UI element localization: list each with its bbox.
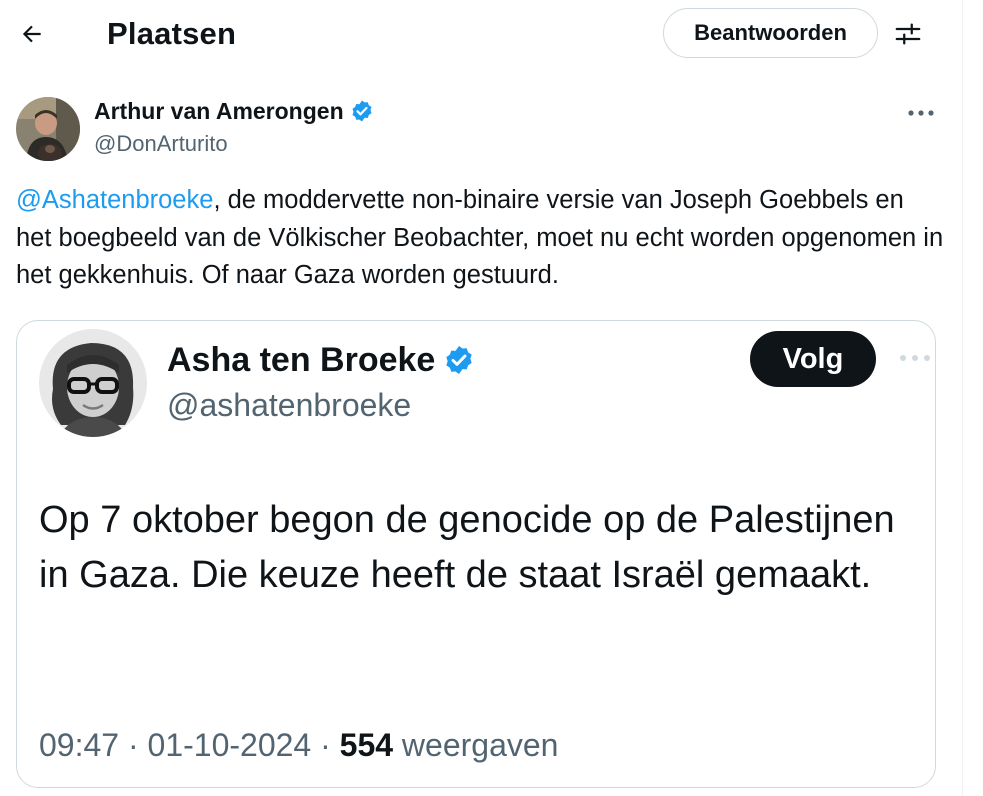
more-horizontal-icon xyxy=(900,355,930,361)
quote-more-button[interactable] xyxy=(895,343,935,373)
column-divider xyxy=(962,0,963,796)
quote-metadata: 09:47 · 01-10-2024 · 554 weergaven xyxy=(39,724,558,766)
quote-author-handle[interactable]: @ashatenbroeke xyxy=(167,384,411,426)
views-count: 554 xyxy=(339,727,394,763)
quote-date[interactable]: 01-10-2024 xyxy=(148,727,312,763)
sliders-icon xyxy=(895,23,921,45)
author-name-text: Arthur van Amerongen xyxy=(94,98,344,124)
quote-author-photo xyxy=(39,329,147,437)
page-title: Plaatsen xyxy=(107,16,237,51)
avatar[interactable] xyxy=(16,97,80,161)
quote-author-name[interactable]: Asha ten Broeke xyxy=(167,339,475,381)
tweet-text: @Ashatenbroeke, de moddervette non-binai… xyxy=(16,182,946,295)
more-horizontal-icon xyxy=(908,110,934,116)
mention-link[interactable]: @Ashatenbroeke xyxy=(16,186,213,214)
quote-text: Op 7 oktober begon de genocide op de Pal… xyxy=(39,499,895,596)
author-name[interactable]: Arthur van Amerongen xyxy=(94,97,374,125)
follow-button[interactable]: Volg xyxy=(750,331,876,387)
author-handle[interactable]: @DonArturito xyxy=(94,130,228,158)
tweet-more-button[interactable] xyxy=(896,96,946,130)
verified-badge-icon xyxy=(352,100,372,122)
author-photo xyxy=(16,97,80,161)
settings-button[interactable] xyxy=(888,14,928,54)
top-bar: Plaatsen Beantwoorden xyxy=(0,0,962,70)
reply-button[interactable]: Beantwoorden xyxy=(663,8,878,58)
arrow-left-icon xyxy=(22,25,41,43)
back-button[interactable] xyxy=(12,14,52,54)
post-page: Plaatsen Beantwoorden Arthur van Amerong… xyxy=(0,0,983,796)
meta-separator: · xyxy=(119,727,148,763)
quote-avatar[interactable] xyxy=(39,329,147,437)
meta-separator: · xyxy=(311,727,340,763)
quote-time[interactable]: 09:47 xyxy=(39,727,119,763)
views-label: weergaven xyxy=(401,727,559,763)
quoted-tweet-card[interactable]: Asha ten Broeke @ashatenbroeke Volg Op 7… xyxy=(16,320,936,788)
quote-author-name-text: Asha ten Broeke xyxy=(167,341,436,379)
verified-badge-icon xyxy=(446,346,472,374)
